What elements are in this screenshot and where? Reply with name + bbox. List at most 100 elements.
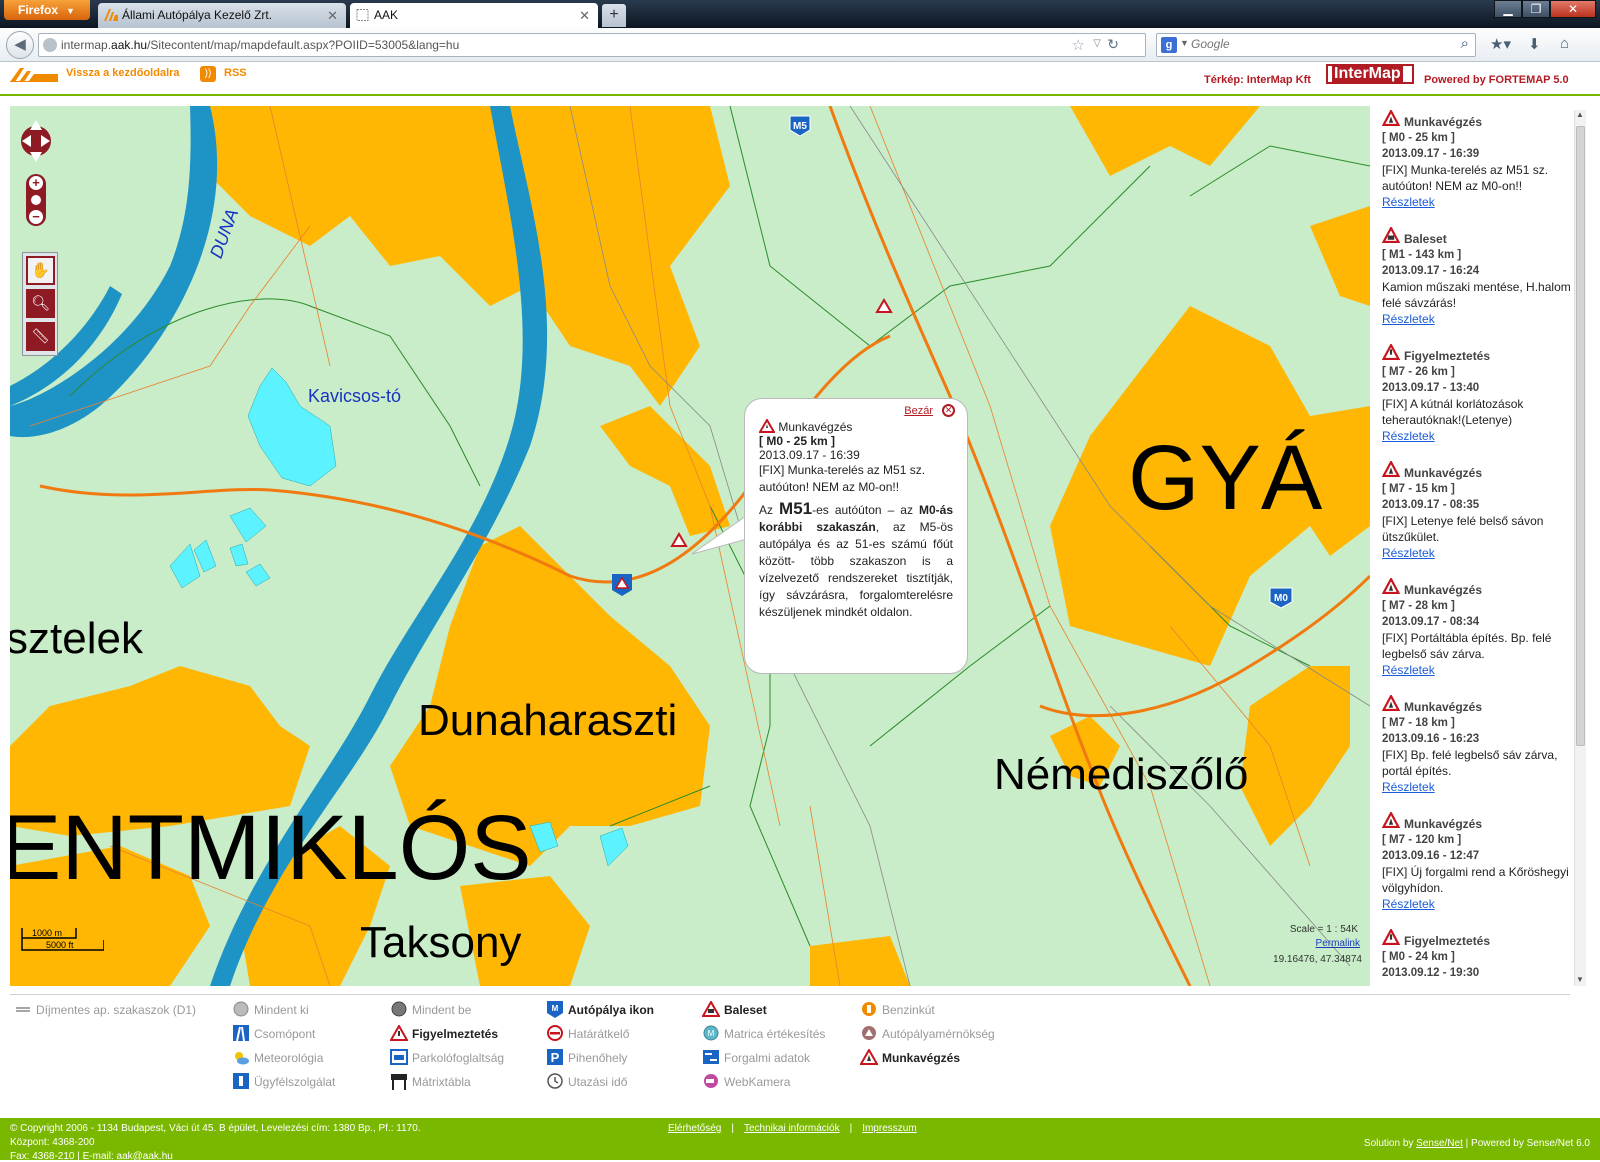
rss-link[interactable]: RSS xyxy=(224,67,247,79)
legend-junction[interactable]: Csomópont xyxy=(232,1025,315,1042)
minimize-icon[interactable]: ▁ xyxy=(1494,0,1522,18)
search-input[interactable] xyxy=(1191,37,1441,51)
site-identity-icon[interactable] xyxy=(43,38,57,52)
legend-free-sections[interactable]: Díjmentes ap. szakaszok (D1) xyxy=(14,1003,196,1017)
rss-icon[interactable]: )) xyxy=(200,66,216,82)
globe-icon[interactable] xyxy=(29,193,43,207)
solution-credit: Solution by Sense/Net | Powered by Sense… xyxy=(1364,1138,1590,1149)
event-details-link[interactable]: Részletek xyxy=(1382,545,1574,561)
legend-accident[interactable]: Baleset xyxy=(702,1001,767,1017)
sensenet-link[interactable]: Sense/Net xyxy=(1416,1138,1463,1149)
legend-travel-time[interactable]: Utazási idő xyxy=(546,1073,627,1089)
downloads-icon[interactable]: ⬇ xyxy=(1528,35,1541,53)
legend-all-on[interactable]: Mindent be xyxy=(390,1001,471,1017)
maximize-icon[interactable]: ❐ xyxy=(1522,0,1550,18)
event-details-link[interactable]: Részletek xyxy=(1382,779,1574,795)
back-arrow-icon[interactable]: ◀ xyxy=(6,31,34,59)
legend-motorway-icon[interactable]: M Autópálya ikon xyxy=(546,1001,654,1018)
legend-all-off[interactable]: Mindent ki xyxy=(232,1001,309,1017)
firefox-menu-button[interactable]: Firefox ▼ xyxy=(4,0,90,20)
map-canvas[interactable]: M5 M0 DUNA Kavicsos-tó GYÁ sztelek Dunah… xyxy=(10,106,1370,986)
zoom-out-icon[interactable]: − xyxy=(29,210,43,224)
url-bar[interactable]: intermap.aak.hu/Sitecontent/map/mapdefau… xyxy=(38,33,1146,57)
zoom-magnifier-icon[interactable]: 🔍︎ xyxy=(26,289,55,318)
bookmark-star-icon[interactable]: ☆ xyxy=(1072,36,1085,54)
legend-label: Pihenőhely xyxy=(568,1051,628,1065)
event-text: [FIX] Letenye felé belső sávon ütszűküle… xyxy=(1382,514,1544,544)
search-magnifier-icon[interactable]: ⌕ xyxy=(1461,35,1469,52)
permalink-link[interactable]: Permalink xyxy=(1316,938,1360,949)
url-history-dropdown-icon[interactable]: ▽ xyxy=(1093,38,1101,49)
event-list-scrollbar[interactable]: ▲ ▼ xyxy=(1574,110,1586,986)
footer-link-imprint[interactable]: Impresszum xyxy=(862,1123,916,1134)
legend-fuel-station[interactable]: Benzinkút xyxy=(860,1002,935,1017)
event-type-text: Munkavégzés xyxy=(1404,115,1483,129)
new-tab-button[interactable]: + xyxy=(602,4,626,27)
pan-control[interactable] xyxy=(18,114,54,168)
legend-sticker-sales[interactable]: M Matrica értékesítés xyxy=(702,1025,826,1041)
scroll-up-icon[interactable]: ▲ xyxy=(1576,110,1584,119)
zoom-control: + − xyxy=(26,174,46,226)
m0-shield: M0 xyxy=(1269,587,1293,609)
event-details-link[interactable]: Részletek xyxy=(1382,311,1574,327)
map-toolbox: ✋ 🔍︎ 📏︎ xyxy=(22,252,58,356)
m0-motorway-marker xyxy=(612,574,632,596)
event-details-link[interactable]: Részletek xyxy=(1382,194,1574,210)
close-icon[interactable]: ✕ xyxy=(942,404,955,417)
legend-label: Benzinkút xyxy=(882,1003,935,1017)
label-dunaharaszti: Dunaharaszti xyxy=(418,696,678,745)
tab-label: Állami Autópálya Kezelő Zrt. xyxy=(122,8,273,22)
legend-traffic-data[interactable]: Forgalmi adatok xyxy=(702,1050,810,1065)
close-tab-icon[interactable]: ✕ xyxy=(579,8,590,24)
bookmarks-menu-icon[interactable]: ★▾ xyxy=(1490,35,1511,53)
url-text[interactable]: intermap.aak.hu/Sitecontent/map/mapdefau… xyxy=(61,38,459,52)
legend-parking[interactable]: Parkolófoglaltság xyxy=(390,1049,504,1065)
legend-engineering[interactable]: Autópályamérnökség xyxy=(860,1026,995,1041)
google-icon[interactable]: g xyxy=(1161,37,1177,53)
legend-roadwork[interactable]: Munkavégzés xyxy=(860,1049,960,1065)
event-item: Munkavégzés [ M0 - 25 km ] 2013.09.17 - 16… xyxy=(1382,110,1574,210)
event-type-text: Figyelmeztetés xyxy=(1404,934,1491,948)
matrix-sign-icon xyxy=(391,1074,407,1090)
footer-link-contact[interactable]: Elérhetőség xyxy=(668,1123,721,1134)
scale-ratio: Scale = 1 : 54K xyxy=(1289,924,1358,935)
roadwork-icon xyxy=(1382,812,1400,828)
scroll-down-icon[interactable]: ▼ xyxy=(1576,975,1584,984)
popup-body-3: , az M5-ös autópálya és az 51-es számú f… xyxy=(759,520,953,619)
legend-label: Matrica értékesítés xyxy=(724,1027,826,1041)
event-details-link[interactable]: Részletek xyxy=(1382,896,1574,912)
aak-logo[interactable] xyxy=(10,66,58,82)
zoom-in-icon[interactable]: + xyxy=(29,176,43,190)
scrollbar-thumb[interactable] xyxy=(1576,126,1585,746)
legend-customer-service[interactable]: Ügyfélszolgálat xyxy=(232,1073,335,1089)
close-tab-icon[interactable]: ✕ xyxy=(327,8,338,24)
pan-down-icon xyxy=(30,152,42,162)
roadwork-icon xyxy=(1382,578,1400,594)
legend-rest-area[interactable]: P Pihenőhely xyxy=(546,1049,628,1065)
tab-aak-home[interactable]: Állami Autópálya Kezelő Zrt. ✕ xyxy=(98,3,346,28)
free-section-line-icon xyxy=(16,1007,30,1012)
back-to-home-link[interactable]: Vissza a kezdőoldalra xyxy=(66,67,180,79)
legend-warning[interactable]: Figyelmeztetés xyxy=(390,1025,498,1041)
event-text: [FIX] Munka-terelés az M51 sz. autóúton!… xyxy=(1382,163,1549,193)
pan-hand-icon[interactable]: ✋ xyxy=(26,256,55,285)
search-bar[interactable]: g ▼ ⌕ xyxy=(1156,33,1476,57)
tab-aak-map[interactable]: AAK ✕ xyxy=(350,3,598,28)
motorway-shield-icon: M xyxy=(547,1001,563,1018)
accident-icon xyxy=(1382,227,1400,243)
event-details-link[interactable]: Részletek xyxy=(1382,428,1574,444)
legend-border-crossing[interactable]: Határátkelő xyxy=(546,1025,629,1041)
legend-matrix-sign[interactable]: Mátrixtábla xyxy=(390,1074,471,1090)
search-engine-dropdown-icon[interactable]: ▼ xyxy=(1180,38,1189,48)
popup-km: [ M0 - 25 km ] xyxy=(759,434,836,448)
measure-ruler-icon[interactable]: 📏︎ xyxy=(26,322,55,351)
close-window-icon[interactable]: ✕ xyxy=(1550,0,1596,18)
reload-icon[interactable]: ↻ xyxy=(1107,36,1119,53)
home-icon[interactable]: ⌂ xyxy=(1560,35,1569,52)
legend-webcam[interactable]: WebKamera xyxy=(702,1074,790,1089)
intermap-logo[interactable]: InterMap xyxy=(1326,64,1414,84)
legend-meteorology[interactable]: Meteorológia xyxy=(232,1051,323,1065)
popup-close-link[interactable]: Bezár xyxy=(904,405,933,417)
event-details-link[interactable]: Részletek xyxy=(1382,662,1574,678)
footer-link-technical[interactable]: Technikai információk xyxy=(744,1123,840,1134)
